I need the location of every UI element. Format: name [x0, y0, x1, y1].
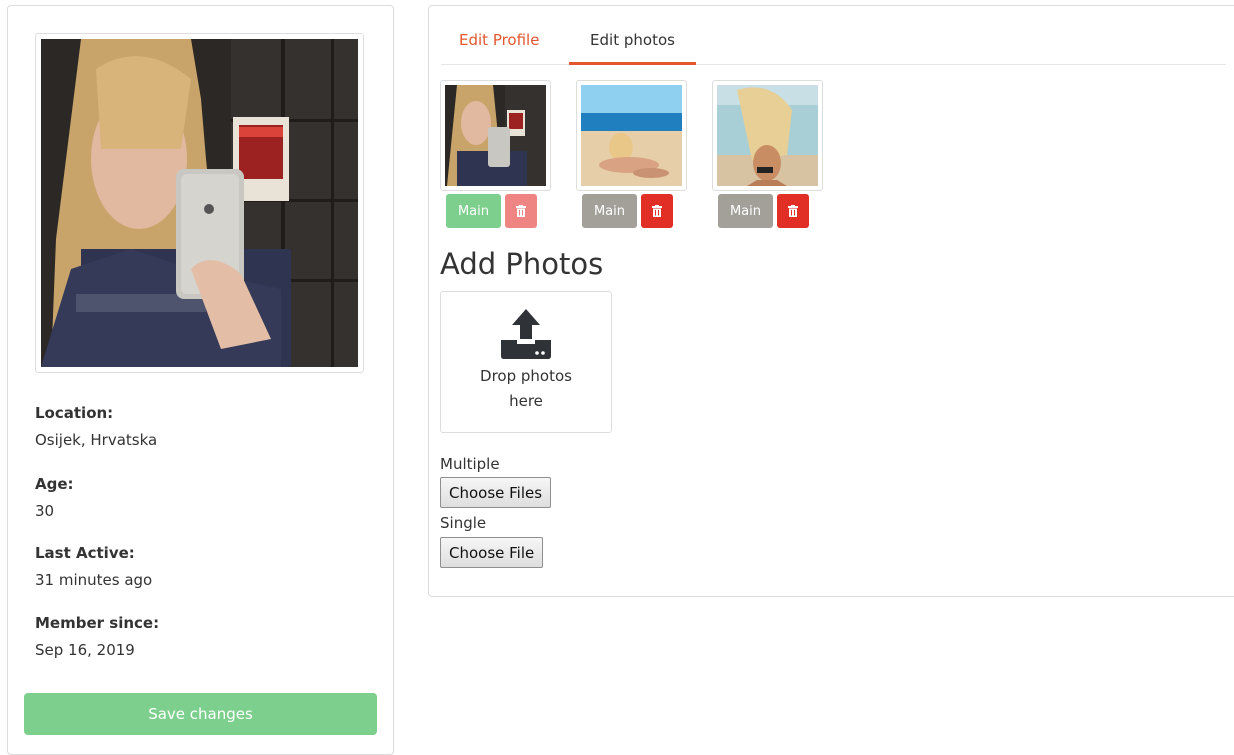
delete-photo-button[interactable] [777, 194, 809, 228]
set-main-button[interactable]: Main [718, 194, 773, 228]
trash-icon [652, 205, 662, 217]
multiple-label: Multiple [440, 455, 500, 473]
location-value: Osijek, Hrvatska [35, 431, 158, 449]
delete-photo-button[interactable] [505, 194, 537, 228]
tab-bar: Edit Profile Edit photos [441, 6, 1226, 65]
trash-icon [516, 205, 526, 217]
dropzone-text: Drop photos here [480, 367, 572, 410]
add-photos-title: Add Photos [440, 247, 604, 281]
choose-files-button[interactable]: Choose Files [440, 477, 552, 508]
edit-panel: Edit Profile Edit photos Main Main Main … [428, 5, 1234, 597]
set-main-button[interactable]: Main [582, 194, 637, 228]
upload-icon [501, 309, 551, 359]
profile-card: Location: Osijek, Hrvatska Age: 30 Last … [7, 5, 394, 755]
member-since-block: Member since: Sep 16, 2019 [35, 613, 159, 660]
age-value: 30 [35, 502, 55, 520]
single-label: Single [440, 514, 487, 532]
member-since-value: Sep 16, 2019 [35, 641, 135, 659]
location-label: Location: [35, 404, 114, 422]
location-block: Location: Osijek, Hrvatska [35, 403, 157, 450]
trash-icon [788, 205, 798, 217]
save-changes-button[interactable]: Save changes [24, 693, 377, 735]
photo-dropzone[interactable]: Drop photos here [440, 291, 612, 433]
last-active-label: Last Active: [35, 544, 135, 562]
delete-photo-button[interactable] [641, 194, 673, 228]
tab-edit-photos[interactable]: Edit photos [569, 6, 696, 65]
photo-thumbnail-image [581, 85, 682, 186]
choose-file-button[interactable]: Choose File [440, 537, 544, 568]
age-block: Age: 30 [35, 474, 74, 521]
photo-thumbnail[interactable] [576, 80, 687, 191]
profile-photo-frame [35, 33, 364, 373]
photo-thumbnail[interactable] [440, 80, 551, 191]
age-label: Age: [35, 475, 74, 493]
last-active-value: 31 minutes ago [35, 571, 153, 589]
photo-thumbnail-image [445, 85, 546, 186]
set-main-button[interactable]: Main [446, 194, 501, 228]
tab-edit-profile[interactable]: Edit Profile [441, 6, 557, 65]
last-active-block: Last Active: 31 minutes ago [35, 543, 152, 590]
photo-thumbnail[interactable] [712, 80, 823, 191]
profile-photo [41, 39, 358, 367]
member-since-label: Member since: [35, 614, 160, 632]
photo-thumbnail-image [717, 85, 818, 186]
